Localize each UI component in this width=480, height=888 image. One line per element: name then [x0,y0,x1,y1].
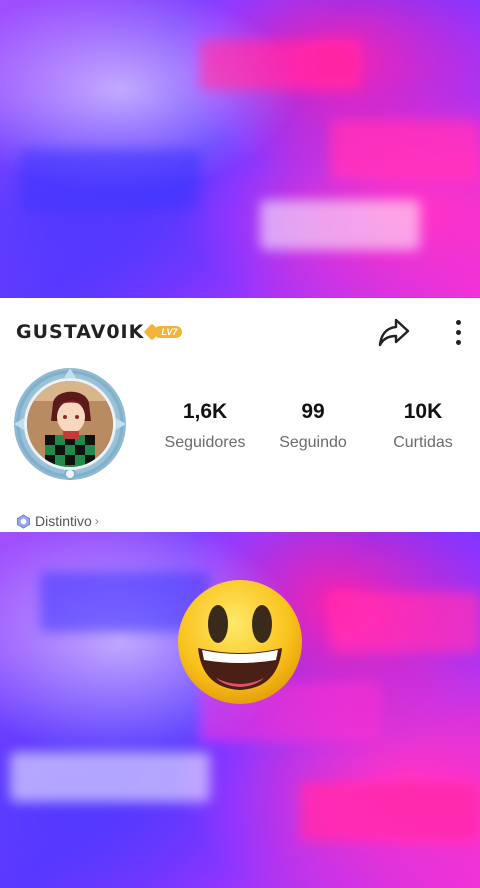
more-options-button[interactable] [444,314,472,350]
username-row: GUSTAV0IK LV7 [16,319,183,345]
grinning-face-icon [178,580,302,704]
bg-brick [330,120,480,180]
avatar[interactable] [14,368,126,480]
badge-label: Distintivo [35,513,92,529]
bg-brick [10,752,210,802]
following-stat[interactable]: 99 Seguindo [258,400,368,452]
avatar-illustration [27,381,113,467]
chevron-right-icon: › [94,514,99,528]
badge-link[interactable]: Distintivo › [16,512,99,530]
bg-brick [330,592,480,652]
likes-count: 10K [403,400,443,423]
level-badge: LV7 [143,323,183,341]
bg-brick [300,782,480,842]
badge-icon [17,513,30,529]
avatar-image [24,378,116,470]
bg-brick [260,200,420,250]
followers-count: 1,6K [182,400,228,423]
following-label: Seguindo [279,434,347,451]
bg-brick [200,40,360,90]
followers-label: Seguidores [164,434,246,451]
likes-label: Curtidas [393,434,453,451]
more-dot [455,339,461,345]
background-top [0,0,480,298]
more-dot [455,329,461,335]
share-button[interactable] [376,314,412,350]
share-arrow-icon [378,318,410,347]
following-count: 99 [301,400,325,423]
more-vertical-icon [455,319,461,325]
followers-stat[interactable]: 1,6K Seguidores [150,400,260,452]
bg-brick [20,150,200,210]
likes-stat[interactable]: 10K Curtidas [368,400,478,452]
username: GUSTAV0IK [16,321,145,343]
